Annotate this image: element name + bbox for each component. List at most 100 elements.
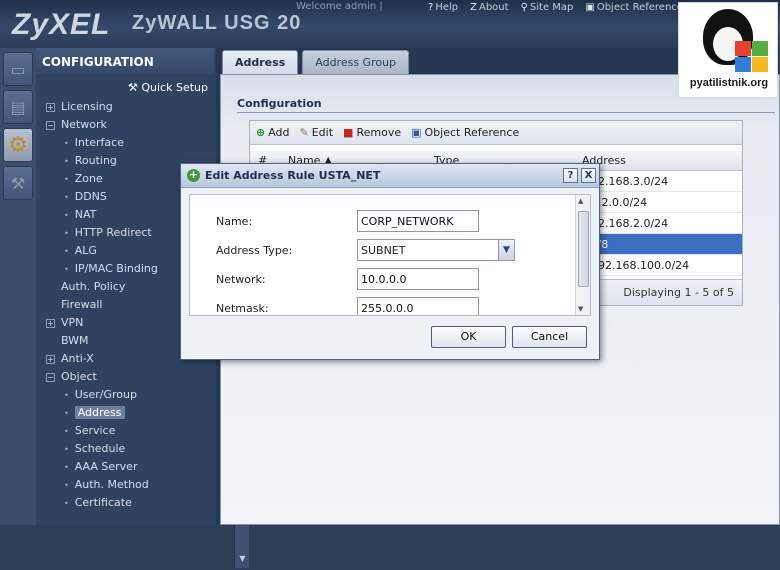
tab-address-group[interactable]: Address Group <box>302 50 410 74</box>
sidebar-item-anti-x[interactable]: + Anti-X <box>46 352 94 368</box>
bullet-icon: • <box>64 265 69 274</box>
sidebar-item-service[interactable]: • Service <box>64 424 115 440</box>
sidebar-item-label: HTTP Redirect <box>74 226 152 239</box>
bullet-icon: • <box>64 157 69 166</box>
scroll-down-arrow-icon[interactable]: ▼ <box>578 305 583 313</box>
sidebar-item-label: Object <box>61 370 97 383</box>
bullet-icon: • <box>64 499 69 508</box>
add-button[interactable]: ⊕ Add <box>256 126 290 139</box>
scroll-down-arrow-icon[interactable]: ▼ <box>237 554 248 565</box>
sidebar-item-label: User/Group <box>74 388 137 401</box>
sidebar-item-network[interactable]: − Network <box>46 118 107 134</box>
ok-button[interactable]: OK <box>431 326 506 348</box>
dialog-help-button[interactable]: ? <box>563 168 578 183</box>
sidebar-item-certificate[interactable]: • Certificate <box>64 496 132 512</box>
add-icon: ⊕ <box>256 126 266 139</box>
object-reference-icon: ▣ <box>411 126 422 139</box>
bullet-icon: • <box>64 481 69 490</box>
sidebar-item-label: Service <box>74 424 116 437</box>
object-reference-label: Object Reference <box>424 126 520 139</box>
sidebar-item-address[interactable]: • Address <box>64 406 125 422</box>
sidebar-item-bwm[interactable]: BWM <box>46 334 89 350</box>
dashboard-icon[interactable]: ▭ <box>3 52 33 86</box>
monitor-icon[interactable]: ▤ <box>3 90 33 124</box>
tab-address[interactable]: Address <box>222 50 299 74</box>
configuration-gear-icon[interactable]: ⚙ <box>3 128 33 162</box>
sidebar-item-label: Schedule <box>74 442 126 455</box>
watermark-text: pyatilistnik.org <box>689 77 769 89</box>
product-name: ZyWALL USG 20 <box>132 12 302 34</box>
bullet-icon: • <box>64 391 69 400</box>
netmask-input[interactable] <box>357 297 479 315</box>
expand-icon[interactable]: + <box>46 102 55 112</box>
dialog-scroll-thumb[interactable] <box>578 211 589 287</box>
table-toolbar: ⊕ Add ✎ Edit ■ Remove ▣ Object Reference <box>250 121 742 145</box>
sidebar-item-alg[interactable]: • ALG <box>64 244 97 260</box>
sidebar-item-user-group[interactable]: • User/Group <box>64 388 137 404</box>
dialog-title-bar[interactable]: + Edit Address Rule USTA_NET ? X <box>181 164 599 188</box>
dialog-close-button[interactable]: X <box>581 168 596 183</box>
tab-bar: Address Address Group <box>222 50 410 74</box>
sidebar-item-aaa-server[interactable]: • AAA Server <box>64 460 137 476</box>
sidebar-item-label: NAT <box>74 208 97 221</box>
object-reference-link[interactable]: ▣ Object Reference <box>585 0 683 14</box>
help-link-label: Help <box>435 1 459 13</box>
sidebar-item-vpn[interactable]: + VPN <box>46 316 83 332</box>
sidebar-item-label: Auth. Policy <box>61 280 126 293</box>
brand-logo: ZyXEL <box>12 8 111 41</box>
address-type-value: SUBNET <box>361 244 406 257</box>
about-icon: Z <box>470 1 477 13</box>
site-map-link[interactable]: ⚲ Site Map <box>521 0 574 14</box>
sidebar-item-label: Auth. Method <box>74 478 149 491</box>
help-link[interactable]: ? Help <box>428 0 458 14</box>
sidebar-item-label: Address <box>74 406 125 419</box>
collapse-icon[interactable]: − <box>46 372 55 382</box>
edit-button[interactable]: ✎ Edit <box>300 126 334 139</box>
sidebar-item-auth-policy[interactable]: Auth. Policy <box>46 280 125 296</box>
dialog-form: Name: Address Type: SUBNET ▼ Network: Ne… <box>189 194 591 316</box>
edit-label: Edit <box>311 126 334 139</box>
network-input[interactable] <box>357 268 479 290</box>
maintenance-icon[interactable]: ⚒ <box>3 166 33 200</box>
address-type-label: Address Type: <box>216 244 293 257</box>
quick-setup-link[interactable]: ⚒ Quick Setup <box>128 81 208 94</box>
cancel-button[interactable]: Cancel <box>512 326 587 348</box>
dialog-scrollbar[interactable]: ▲ ▼ <box>575 195 590 315</box>
chevron-down-icon[interactable]: ▼ <box>498 240 514 260</box>
bullet-icon: • <box>64 139 69 148</box>
remove-button[interactable]: ■ Remove <box>343 126 401 139</box>
sidebar-item-routing[interactable]: • Routing <box>64 154 117 170</box>
scroll-up-arrow-icon[interactable]: ▲ <box>578 197 583 205</box>
collapse-icon[interactable]: − <box>46 120 55 130</box>
about-link[interactable]: Z About <box>470 0 508 14</box>
sidebar-item-object[interactable]: − Object <box>46 370 97 386</box>
bullet-icon: • <box>64 427 69 436</box>
sidebar-item-schedule[interactable]: • Schedule <box>64 442 125 458</box>
object-reference-button[interactable]: ▣ Object Reference <box>411 126 519 139</box>
quick-setup-label: Quick Setup <box>141 81 208 94</box>
dialog-title: Edit Address Rule USTA_NET <box>205 169 381 182</box>
name-input[interactable] <box>357 210 479 232</box>
sidebar-item-interface[interactable]: • Interface <box>64 136 124 152</box>
sidebar-item-licensing[interactable]: + Licensing <box>46 100 113 116</box>
sidebar-item-ddns[interactable]: • DDNS <box>64 190 107 206</box>
sidebar-item-label: Zone <box>74 172 103 185</box>
sidebar-item-label: AAA Server <box>74 460 138 473</box>
netmask-label: Netmask: <box>216 302 269 315</box>
sidebar-item-http-redirect[interactable]: • HTTP Redirect <box>64 226 152 242</box>
sidebar-item-nat[interactable]: • NAT <box>64 208 96 224</box>
section-title: Configuration <box>237 97 322 110</box>
sidebar-item-auth-method[interactable]: • Auth. Method <box>64 478 149 494</box>
sidebar-item-zone[interactable]: • Zone <box>64 172 103 188</box>
trash-icon: ■ <box>343 126 354 139</box>
sidebar-item-ip-mac-binding[interactable]: • IP/MAC Binding <box>64 262 158 278</box>
expand-icon[interactable]: + <box>46 354 55 364</box>
bullet-icon: • <box>64 193 69 202</box>
sidebar-item-firewall[interactable]: Firewall <box>46 298 102 314</box>
remove-label: Remove <box>356 126 402 139</box>
address-type-select[interactable]: SUBNET ▼ <box>357 239 515 261</box>
bullet-icon: • <box>64 463 69 472</box>
expand-icon[interactable]: + <box>46 318 55 328</box>
sidebar-item-label: Anti-X <box>61 352 94 365</box>
add-label: Add <box>268 126 290 139</box>
